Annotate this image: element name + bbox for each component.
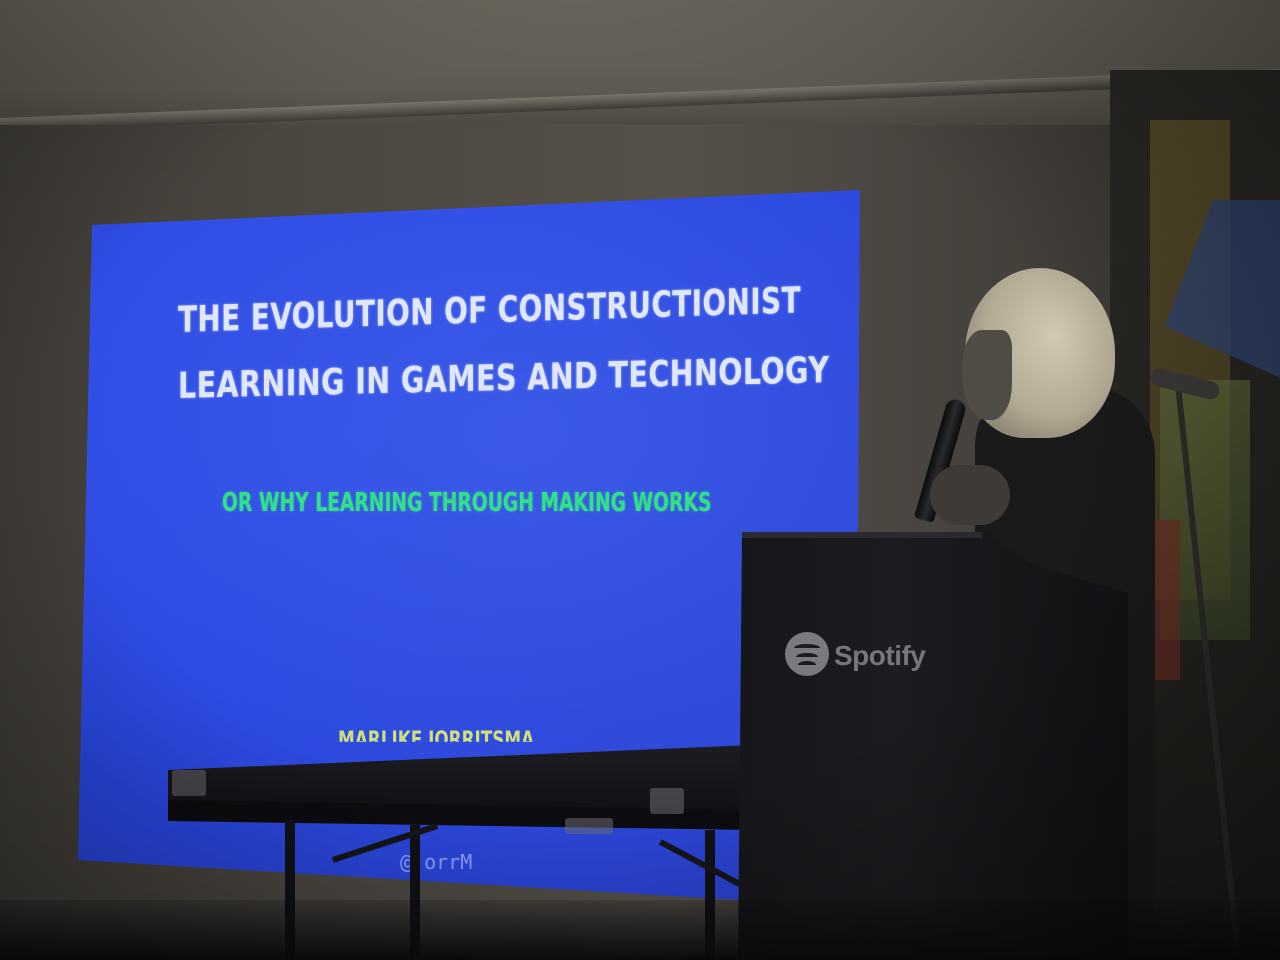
floor: [0, 900, 1280, 960]
podium: [738, 533, 1128, 960]
speaker-face: [962, 330, 1012, 420]
podium-edge: [742, 532, 982, 538]
table-latch: [172, 770, 206, 796]
presentation-photo: THE EVOLUTION OF CONSTRUCTIONIST LEARNIN…: [0, 0, 1280, 960]
slide-subtitle: OR WHY LEARNING THROUGH MAKING WORKS: [222, 488, 712, 518]
table-handle: [565, 818, 613, 834]
speaker-hand: [930, 465, 1010, 525]
podium-brand-text: Spotify: [834, 640, 926, 671]
table-latch: [650, 788, 684, 814]
spotify-logo-icon: [785, 632, 829, 676]
